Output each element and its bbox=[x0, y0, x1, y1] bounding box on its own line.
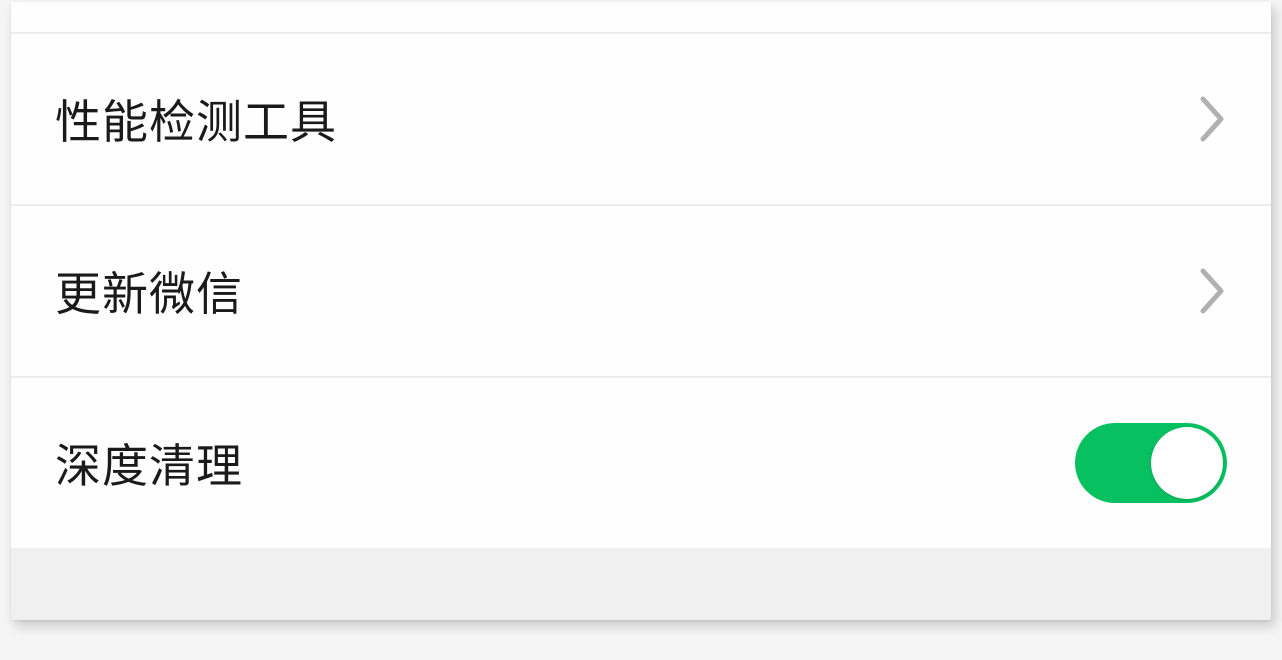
row-label: 性能检测工具 bbox=[55, 86, 337, 152]
row-performance-tool[interactable]: 性能检测工具 bbox=[11, 32, 1271, 204]
settings-panel: 性能检测工具 更新微信 深度清理 bbox=[11, 2, 1271, 620]
row-label: 更新微信 bbox=[55, 258, 243, 324]
footer-spacer bbox=[11, 548, 1271, 620]
chevron-right-icon bbox=[1199, 95, 1227, 143]
row-label: 深度清理 bbox=[55, 430, 243, 496]
deep-clean-toggle[interactable] bbox=[1075, 423, 1227, 503]
toggle-knob bbox=[1151, 427, 1223, 499]
row-deep-clean[interactable]: 深度清理 bbox=[11, 376, 1271, 548]
row-update-wechat[interactable]: 更新微信 bbox=[11, 204, 1271, 376]
chevron-right-icon bbox=[1199, 267, 1227, 315]
settings-list: 性能检测工具 更新微信 深度清理 bbox=[11, 2, 1271, 548]
